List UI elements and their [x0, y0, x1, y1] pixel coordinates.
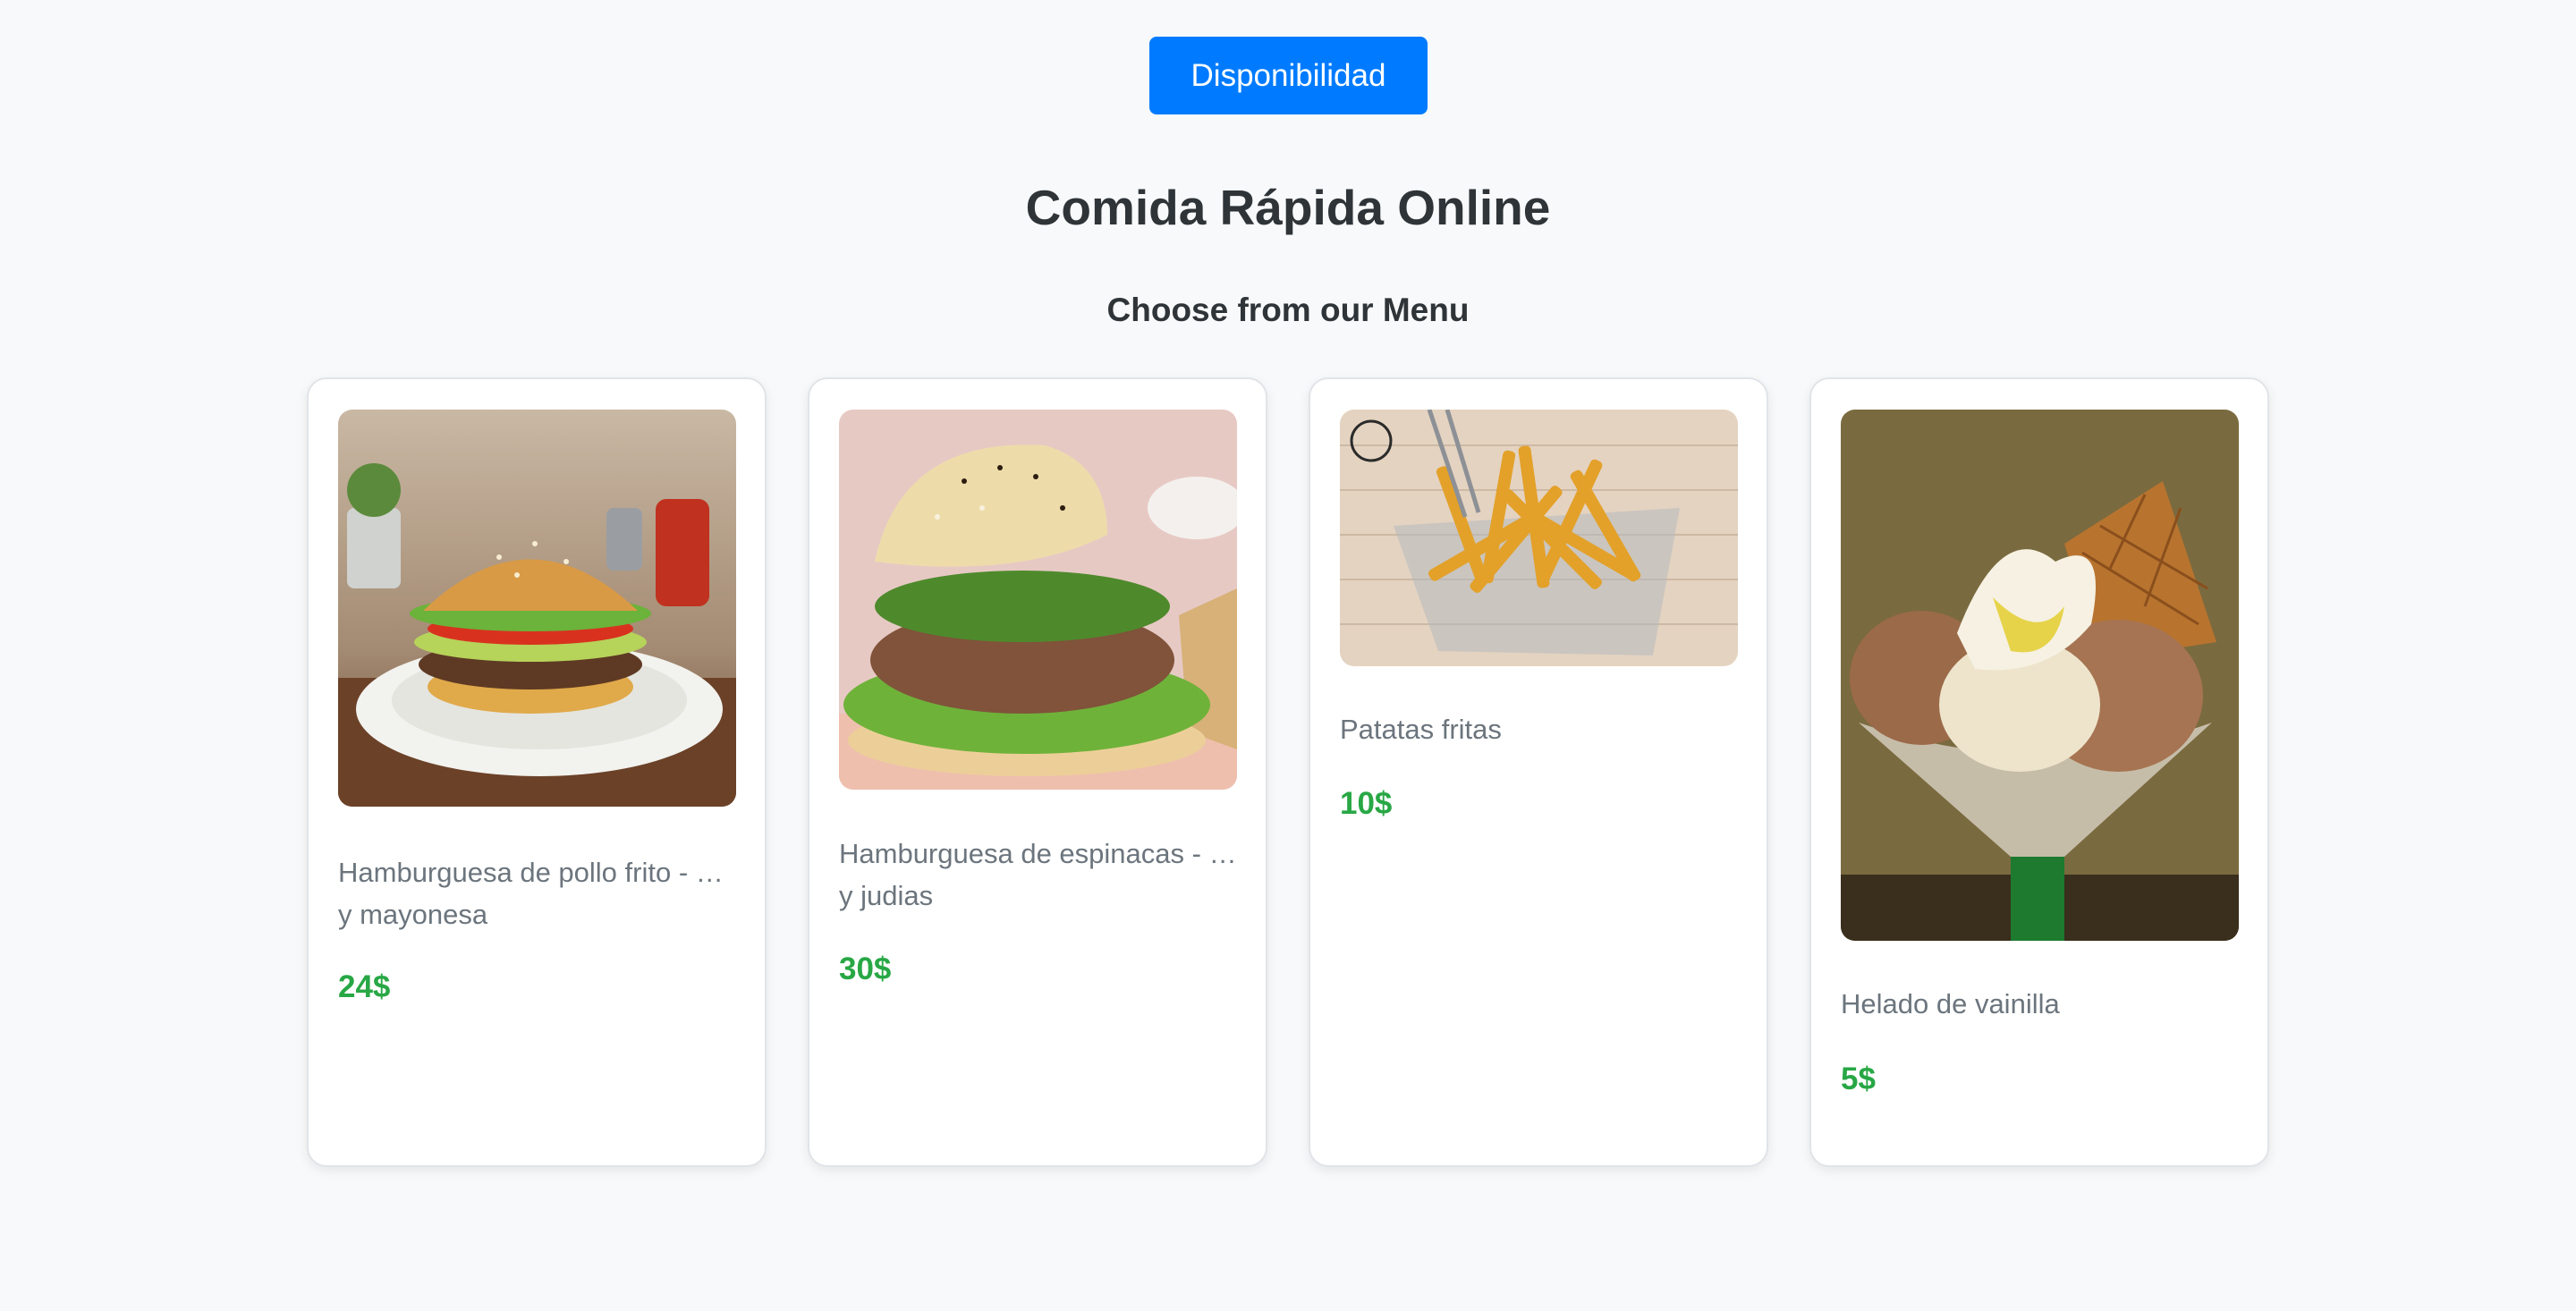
- menu-card-fries[interactable]: Patatas fritas 10$: [1309, 377, 1768, 1167]
- menu-item-name: Hamburguesa de pollo frito - … y mayones…: [338, 857, 724, 930]
- menu-item-price: 5$: [1841, 1061, 1876, 1096]
- menu-item-name: Hamburguesa de espinacas - … y judias: [839, 838, 1237, 911]
- menu-subtitle: Choose from our Menu: [1106, 292, 1470, 328]
- menu-item-price: 24$: [338, 969, 391, 1004]
- menu-card-spinach-burger[interactable]: Hamburguesa de espinacas - … y judias 30…: [808, 377, 1267, 1167]
- fries-image: [1340, 410, 1738, 666]
- page-title: Comida Rápida Online: [1025, 180, 1551, 235]
- chicken-burger-image: [338, 410, 736, 807]
- spinach-burger-image: [839, 410, 1237, 790]
- menu-item-price: 10$: [1340, 786, 1393, 821]
- page: Disponibilidad Comida Rápida Online Choo…: [0, 0, 2576, 1311]
- menu-card-ice-cream[interactable]: Helado de vainilla 5$: [1809, 377, 2269, 1167]
- menu-item-price: 30$: [839, 952, 892, 986]
- ice-cream-image: [1841, 410, 2239, 941]
- menu-card-chicken-burger[interactable]: Hamburguesa de pollo frito - … y mayones…: [307, 377, 767, 1167]
- menu-item-name: Patatas fritas: [1340, 714, 1502, 745]
- availability-button[interactable]: Disponibilidad: [1149, 37, 1428, 114]
- menu-item-name: Helado de vainilla: [1841, 988, 2060, 1019]
